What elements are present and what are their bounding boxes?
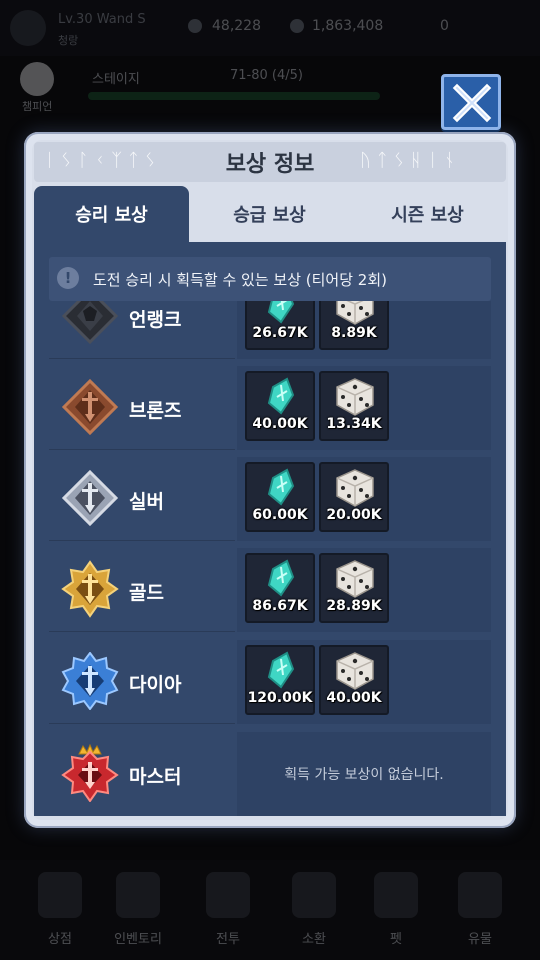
dice-icon [336, 301, 374, 325]
crystal-icon [267, 377, 295, 415]
silver-badge-icon [61, 469, 119, 527]
tab-season-reward[interactable]: 시즌 보상 [350, 186, 505, 242]
reward-item-dice[interactable]: 20.00K [319, 462, 389, 532]
nav-summon: 소환 [302, 932, 326, 947]
tier-rewards: 120.00K 40.00K [237, 640, 491, 724]
dice-icon [336, 469, 374, 507]
pet-nav-icon [374, 872, 418, 918]
tier-row-gold: 골드 86.67K 28.89K [49, 548, 491, 632]
reward-item-crystal[interactable]: 60.00K [245, 462, 315, 532]
tier-rewards: 60.00K 20.00K [237, 457, 491, 541]
reward-item-dice[interactable]: 8.89K [319, 301, 389, 350]
tier-rewards: 86.67K 28.89K [237, 548, 491, 632]
tier-list-scroll[interactable]: 언랭크 26.67K 8.89K 브론즈 40.00K 13.34K 실버 60… [49, 301, 491, 816]
reward-amount: 40.00K [326, 690, 382, 706]
gem-currency-icon [188, 19, 202, 33]
tab-promotion-reward[interactable]: 승급 보상 [192, 186, 347, 242]
tier-info: 골드 [49, 548, 235, 632]
inventory-nav-icon [116, 872, 160, 918]
bronze-badge-icon [61, 378, 119, 436]
player-subtitle: 청랑 [58, 34, 79, 47]
reward-amount: 13.34K [326, 416, 382, 432]
nav-battle: 전투 [216, 932, 240, 947]
reward-amount: 60.00K [252, 507, 308, 523]
currency-1: 48,228 [212, 18, 261, 34]
summon-nav-icon [292, 872, 336, 918]
reward-item-crystal[interactable]: 120.00K [245, 645, 315, 715]
close-icon [452, 83, 492, 123]
close-button[interactable] [441, 74, 501, 130]
currency-2: 1,863,408 [312, 18, 384, 34]
crystal-icon [267, 468, 295, 506]
reward-amount: 26.67K [252, 325, 308, 341]
top-bar: Lv.30 Wand S 청랑 48,228 1,863,408 0 [0, 0, 540, 56]
tier-name: 다이아 [129, 674, 182, 696]
reward-amount: 28.89K [326, 598, 382, 614]
diamond-badge-icon [61, 652, 119, 710]
dice-icon [336, 560, 374, 598]
stage-progress-bar [88, 92, 380, 100]
no-reward-message: 획득 가능 보상이 없습니다. [284, 767, 444, 783]
tier-name: 실버 [129, 491, 164, 513]
mode-icon [20, 62, 54, 96]
reward-item-crystal[interactable]: 86.67K [245, 553, 315, 623]
stage-name: 스테이지 [92, 72, 140, 87]
dice-icon [336, 652, 374, 690]
tier-row-master: 마스터 획득 가능 보상이 없습니다. [49, 732, 491, 816]
popup-title: 보상 정보 [225, 152, 315, 177]
tier-name: 언랭크 [129, 309, 182, 331]
tier-name: 마스터 [129, 766, 182, 788]
nav-relic: 유물 [468, 932, 492, 947]
nav-shop: 상점 [48, 932, 72, 947]
tier-name: 골드 [129, 582, 164, 604]
crystal-icon [267, 301, 295, 324]
reward-item-crystal[interactable]: 40.00K [245, 371, 315, 441]
tab-victory-reward[interactable]: 승리 보상 [34, 186, 189, 242]
tier-rewards: 40.00K 13.34K [237, 366, 491, 450]
reward-amount: 20.00K [326, 507, 382, 523]
reward-amount: 8.89K [331, 325, 377, 341]
reward-amount: 40.00K [252, 416, 308, 432]
gold-badge-icon [61, 560, 119, 618]
tier-info: 실버 [49, 457, 235, 541]
shop-nav-icon [38, 872, 82, 918]
crystal-icon [267, 559, 295, 597]
mode-label: 챔피언 [22, 100, 53, 113]
tier-info: 언랭크 [49, 301, 235, 359]
currency-3: 0 [440, 18, 449, 34]
tier-rewards: 획득 가능 보상이 없습니다. [237, 732, 491, 816]
tier-row-unranked: 언랭크 26.67K 8.89K [49, 301, 491, 359]
tier-row-diamond: 다이아 120.00K 40.00K [49, 640, 491, 724]
battle-nav-icon [206, 872, 250, 918]
dice-icon [336, 378, 374, 416]
player-name: Lv.30 Wand S [58, 12, 146, 27]
tier-row-bronze: 브론즈 40.00K 13.34K [49, 366, 491, 450]
unranked-badge-icon [61, 301, 119, 345]
master-badge-icon [61, 744, 119, 802]
reward-item-dice[interactable]: 13.34K [319, 371, 389, 441]
tier-row-silver: 실버 60.00K 20.00K [49, 457, 491, 541]
reward-item-dice[interactable]: 28.89K [319, 553, 389, 623]
tier-info: 마스터 [49, 732, 235, 816]
guild-logo-icon [10, 10, 46, 46]
crystal-icon [267, 651, 295, 689]
reward-tabs: 승리 보상 승급 보상 시즌 보상 [34, 186, 506, 242]
reward-amount: 120.00K [247, 690, 313, 706]
reward-item-crystal[interactable]: 26.67K [245, 301, 315, 350]
nav-pet: 펫 [390, 932, 402, 947]
reward-amount: 86.67K [252, 598, 308, 614]
exclamation-icon: ! [57, 267, 79, 289]
notice-text: 도전 승리 시 획득할 수 있는 보상 (티어당 2회) [93, 271, 387, 289]
tier-name: 브론즈 [129, 400, 182, 422]
stage-range: 71-80 (4/5) [230, 68, 303, 83]
tier-info: 다이아 [49, 640, 235, 724]
tier-info: 브론즈 [49, 366, 235, 450]
reward-item-dice[interactable]: 40.00K [319, 645, 389, 715]
nav-inventory: 인벤토리 [114, 932, 162, 947]
tier-rewards: 26.67K 8.89K [237, 301, 491, 359]
gold-currency-icon [290, 19, 304, 33]
relic-nav-icon [458, 872, 502, 918]
